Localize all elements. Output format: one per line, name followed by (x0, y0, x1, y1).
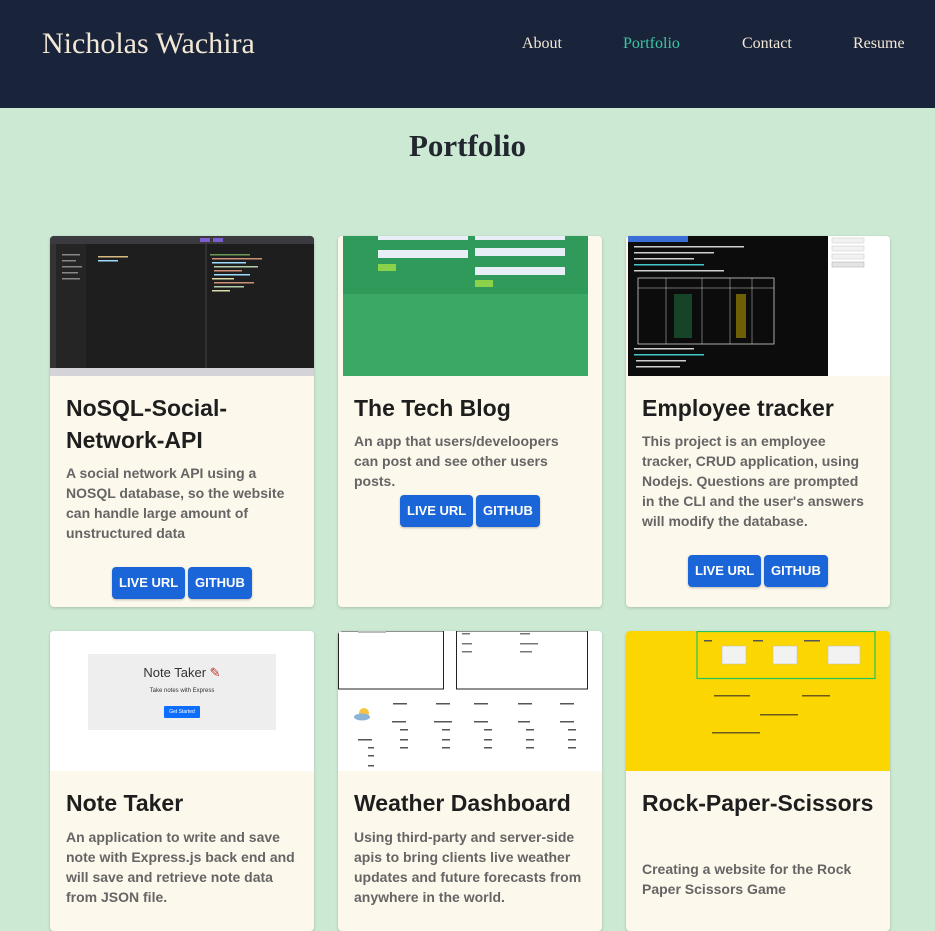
thumb-title: Note Taker ✎ (143, 665, 221, 680)
project-screenshot-weather[interactable] (338, 631, 602, 771)
project-card-weather: Weather Dashboard Using third-party and … (338, 631, 602, 931)
pencil-icon: ✎ (209, 665, 221, 680)
project-title: NoSQL-Social-Network-API (66, 395, 228, 453)
project-description: An application to write and save note wi… (66, 829, 295, 905)
project-card-rps: Rock-Paper-Scissors Creating a website f… (626, 631, 890, 931)
github-button[interactable]: GITHUB (476, 495, 540, 527)
terminal-screenshot (628, 236, 890, 376)
project-description: A social network API using a NOSQL datab… (66, 465, 285, 541)
project-description: Creating a website for the Rock Paper Sc… (642, 861, 852, 897)
project-card-employee-tracker: Employee tracker This project is an empl… (626, 236, 890, 607)
project-screenshot-nosql[interactable] (50, 236, 314, 376)
tech-blog-screenshot (343, 236, 588, 376)
project-title: Rock-Paper-Scissors (642, 790, 874, 816)
live-url-button[interactable]: LIVE URL (400, 495, 474, 527)
rps-screenshot (696, 631, 876, 734)
project-title: Employee tracker (642, 395, 834, 421)
github-button[interactable]: GITHUB (188, 567, 252, 599)
project-description: This project is an employee tracker, CRU… (642, 433, 864, 529)
project-title: Note Taker (66, 790, 184, 816)
project-screenshot-rps[interactable] (626, 631, 890, 771)
live-url-button[interactable]: LIVE URL (112, 567, 186, 599)
project-title: Weather Dashboard (354, 790, 571, 816)
project-card-nosql: NoSQL-Social-Network-API A social networ… (50, 236, 314, 607)
project-screenshot-tech-blog[interactable] (338, 236, 602, 376)
nav-contact[interactable]: Contact (742, 35, 792, 53)
main-nav: About Portfolio Contact Resume (0, 35, 935, 55)
site-header: Nicholas Wachira About Portfolio Contact… (0, 0, 935, 108)
jumbotron: Note Taker ✎ Take notes with Express Get… (88, 654, 276, 730)
nav-about[interactable]: About (522, 35, 562, 53)
project-description: Using third-party and server-side apis t… (354, 829, 582, 905)
get-started-button: Get Started (164, 706, 200, 718)
project-screenshot-employee-tracker[interactable] (626, 236, 890, 376)
vscode-screenshot (50, 236, 314, 376)
weather-screenshot (338, 631, 588, 767)
nav-portfolio[interactable]: Portfolio (623, 35, 680, 53)
project-title: The Tech Blog (354, 395, 511, 421)
thumb-subtitle: Take notes with Express (149, 688, 215, 694)
project-screenshot-note-taker[interactable]: Note Taker ✎ Take notes with Express Get… (50, 631, 314, 771)
page-title: Portfolio (408, 128, 527, 163)
project-description: An app that users/develoopers can post a… (354, 433, 559, 489)
live-url-button[interactable]: LIVE URL (688, 555, 762, 587)
project-card-note-taker: Note Taker ✎ Take notes with Express Get… (50, 631, 314, 931)
github-button[interactable]: GITHUB (764, 555, 828, 587)
project-card-tech-blog: The Tech Blog An app that users/develoop… (338, 236, 602, 607)
nav-resume[interactable]: Resume (853, 35, 905, 53)
